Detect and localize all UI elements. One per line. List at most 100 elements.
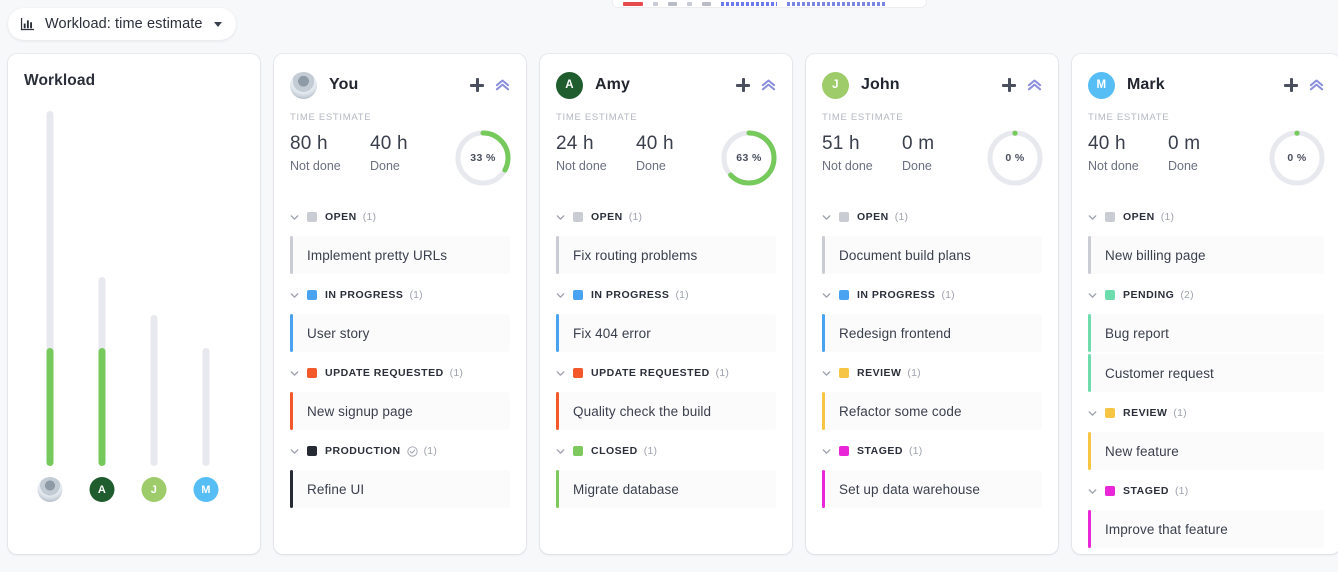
chart-avatar-you[interactable] [38,477,63,502]
status-group-production: PRODUCTION(1) Refine UI [290,441,510,508]
bar-column-john[interactable]: J [128,104,180,502]
status-group-header[interactable]: IN PROGRESS(1) [290,285,510,305]
header-actions [736,78,776,92]
task-row[interactable]: Fix 404 error [556,314,776,352]
task-row[interactable]: Implement pretty URLs [290,236,510,274]
task-row[interactable]: Quality check the build [556,392,776,430]
chevron-down-icon[interactable] [290,369,299,378]
stat-not-done-value: 24 h [556,133,636,155]
chevron-down-icon[interactable] [556,291,565,300]
workload-bar-chart: AJM [24,104,244,502]
task-row[interactable]: Set up data warehouse [822,470,1042,508]
task-row[interactable]: Redesign frontend [822,314,1042,352]
task-name: Refactor some code [839,404,962,419]
chevron-down-icon[interactable] [1088,487,1097,496]
chart-avatar-mark[interactable]: M [194,477,219,502]
task-row[interactable]: Improve that feature [1088,510,1324,548]
status-group-header[interactable]: STAGED(1) [1088,481,1324,501]
chevron-down-icon[interactable] [822,213,831,222]
person-card-mark: MMarkTIME ESTIMATE40 hNot done0 mDone0 %… [1072,54,1338,554]
chevron-down-icon[interactable] [822,447,831,456]
status-group-header[interactable]: IN PROGRESS(1) [822,285,1042,305]
plus-icon[interactable] [736,78,750,92]
view-selector-button[interactable]: Workload: time estimate [8,8,236,40]
task-row[interactable]: Document build plans [822,236,1042,274]
workload-chart-card: Workload AJM [8,54,260,554]
chevron-down-icon[interactable] [290,213,299,222]
time-estimate-label: TIME ESTIMATE [556,112,776,123]
status-group-header[interactable]: OPEN(1) [556,207,776,227]
completion-donut: 0 % [986,129,1044,187]
chevron-down-icon[interactable] [290,291,299,300]
chevron-down-icon[interactable] [1088,213,1097,222]
task-row[interactable]: Refine UI [290,470,510,508]
task-row[interactable]: New feature [1088,432,1324,470]
chart-avatar-amy[interactable]: A [90,477,115,502]
time-estimate-stats: 51 hNot done0 mDone0 % [822,133,1042,189]
chevron-down-icon[interactable] [1088,409,1097,418]
status-group-name: UPDATE REQUESTED [325,367,444,379]
status-group-count: (1) [909,445,922,457]
avatar[interactable]: J [822,72,849,99]
chevron-down-icon[interactable] [1088,291,1097,300]
avatar[interactable]: A [556,72,583,99]
bar-column-you[interactable] [24,104,76,502]
chevron-down-icon[interactable] [822,369,831,378]
status-groups: OPEN(1) New billing page PENDING(2) Bug rep… [1088,207,1324,548]
avatar[interactable] [290,72,317,99]
status-group-count: (1) [941,289,954,301]
task-row[interactable]: New billing page [1088,236,1324,274]
status-group-header[interactable]: CLOSED(1) [556,441,776,461]
status-groups: OPEN(1) Fix routing problems IN PROGRESS(1… [556,207,776,508]
avatar[interactable]: M [1088,72,1115,99]
chevron-down-icon[interactable] [822,291,831,300]
donut-percent-label: 63 % [720,129,778,187]
status-group-header[interactable]: OPEN(1) [822,207,1042,227]
status-group-name: REVIEW [1123,407,1167,419]
plus-icon[interactable] [1002,78,1016,92]
completion-donut: 0 % [1268,129,1326,187]
status-group-header[interactable]: REVIEW(1) [1088,403,1324,423]
bar-fill-done [99,348,106,466]
chart-avatar-john[interactable]: J [142,477,167,502]
stat-done-caption: Done [636,159,716,173]
task-name: Fix routing problems [573,248,697,263]
status-group-header[interactable]: OPEN(1) [1088,207,1324,227]
status-group-header[interactable]: UPDATE REQUESTED(1) [290,363,510,383]
status-group-header[interactable]: PRODUCTION(1) [290,441,510,461]
chevron-down-icon[interactable] [290,447,299,456]
task-row[interactable]: Refactor some code [822,392,1042,430]
double-chevron-up-icon[interactable] [495,78,510,92]
task-row[interactable]: New signup page [290,392,510,430]
double-chevron-up-icon[interactable] [1309,78,1324,92]
task-row[interactable]: User story [290,314,510,352]
status-group-header[interactable]: REVIEW(1) [822,363,1042,383]
stat-done: 0 mDone [1168,133,1248,189]
status-color-swatch [839,446,849,456]
task-row[interactable]: Fix routing problems [556,236,776,274]
toolbar-gray-marker-1 [668,2,677,6]
double-chevron-up-icon[interactable] [761,78,776,92]
task-row[interactable]: Migrate database [556,470,776,508]
plus-icon[interactable] [470,78,484,92]
status-group-header[interactable]: STAGED(1) [822,441,1042,461]
double-chevron-up-icon[interactable] [1027,78,1042,92]
status-group-review: REVIEW(1) Refactor some code [822,363,1042,430]
bar-column-mark[interactable]: M [180,104,232,502]
task-row[interactable]: Bug report [1088,314,1324,352]
task-row[interactable]: Customer request [1088,354,1324,392]
status-color-swatch [573,290,583,300]
chevron-down-icon[interactable] [556,447,565,456]
status-color-swatch [573,212,583,222]
status-group-count: (1) [363,211,376,223]
chevron-down-icon[interactable] [556,369,565,378]
person-name: Mark [1127,76,1165,94]
bar-column-amy[interactable]: A [76,104,128,502]
status-group-header[interactable]: IN PROGRESS(1) [556,285,776,305]
status-group-header[interactable]: PENDING(2) [1088,285,1324,305]
chevron-down-icon[interactable] [556,213,565,222]
status-group-header[interactable]: OPEN(1) [290,207,510,227]
status-group-in-progress: IN PROGRESS(1) Redesign frontend [822,285,1042,352]
plus-icon[interactable] [1284,78,1298,92]
status-group-header[interactable]: UPDATE REQUESTED(1) [556,363,776,383]
